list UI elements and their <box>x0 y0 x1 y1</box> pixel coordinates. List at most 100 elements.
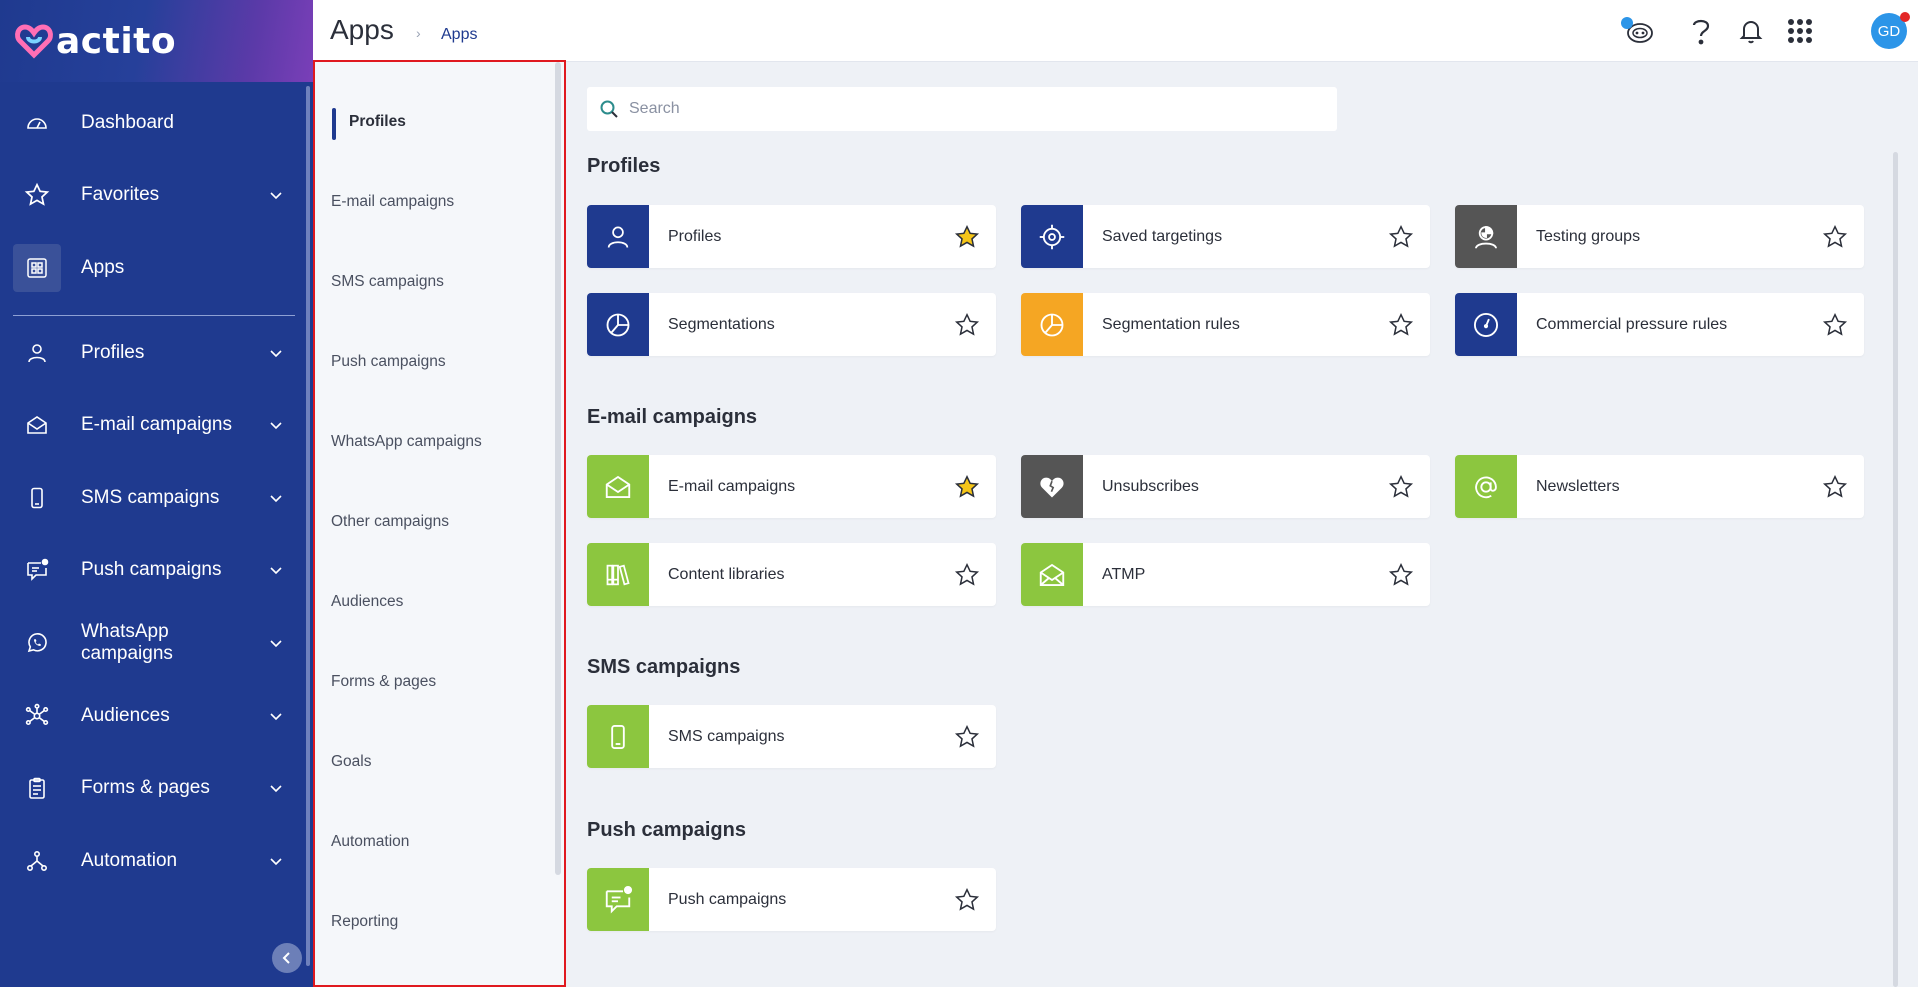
app-card-sms-campaigns[interactable]: SMS campaigns <box>587 705 996 768</box>
chevron-down-icon <box>264 341 288 365</box>
phone-icon <box>587 705 649 768</box>
sidebar-item-label: E-mail campaigns <box>81 414 232 435</box>
logo[interactable]: actito <box>0 0 313 82</box>
app-card-label: Unsubscribes <box>1102 477 1199 495</box>
search-input[interactable] <box>629 100 1309 118</box>
chevron-down-icon <box>264 558 288 582</box>
app-card-label: Profiles <box>668 227 722 245</box>
page-title: Apps <box>330 14 394 45</box>
envelope-open-icon <box>1021 543 1083 606</box>
star-outline-icon[interactable] <box>1386 560 1416 590</box>
sidebar-item-whatsapp-campaigns[interactable]: WhatsApp campaigns <box>0 615 300 671</box>
bell-icon[interactable] <box>1733 13 1769 49</box>
speedometer-icon <box>1455 293 1517 356</box>
push-message-icon <box>13 546 61 594</box>
app-card-testing-groups[interactable]: Testing groups <box>1455 205 1864 268</box>
star-outline-icon[interactable] <box>1386 222 1416 252</box>
app-card-segmentations[interactable]: Segmentations <box>587 293 996 356</box>
chevron-down-icon <box>264 413 288 437</box>
category-push-campaigns[interactable]: Push campaigns <box>331 353 446 371</box>
category-email-campaigns[interactable]: E-mail campaigns <box>331 193 454 211</box>
favorite-star-icon[interactable] <box>952 222 982 252</box>
section-title-sms-campaigns: SMS campaigns <box>587 656 741 678</box>
sidebar-item-label: Profiles <box>81 342 145 363</box>
search-box[interactable] <box>587 87 1337 131</box>
content-scrollbar[interactable] <box>1893 152 1898 987</box>
app-launcher-icon[interactable] <box>1782 13 1818 49</box>
sidebar-item-dashboard[interactable]: Dashboard <box>0 95 300 151</box>
sidebar-item-push-campaigns[interactable]: Push campaigns <box>0 542 300 598</box>
star-outline-icon[interactable] <box>952 722 982 752</box>
chevron-down-icon <box>264 486 288 510</box>
app-card-unsubscribes[interactable]: Unsubscribes <box>1021 455 1430 518</box>
chevron-down-icon <box>264 183 288 207</box>
sidebar-item-profiles[interactable]: Profiles <box>0 325 300 381</box>
chevron-down-icon <box>264 776 288 800</box>
app-card-label: ATMP <box>1102 565 1146 583</box>
sidebar: actito Dashboard Favorites Apps Profiles… <box>0 0 313 987</box>
star-outline-icon[interactable] <box>952 310 982 340</box>
pie-chart-icon <box>587 293 649 356</box>
app-card-commercial-pressure-rules[interactable]: Commercial pressure rules <box>1455 293 1864 356</box>
star-outline-icon[interactable] <box>952 885 982 915</box>
sidebar-item-label: Forms & pages <box>81 777 210 798</box>
push-message-icon <box>587 868 649 931</box>
section-title-push-campaigns: Push campaigns <box>587 819 746 841</box>
sidebar-item-sms-campaigns[interactable]: SMS campaigns <box>0 470 300 526</box>
app-card-saved-targetings[interactable]: Saved targetings <box>1021 205 1430 268</box>
search-icon <box>600 100 618 118</box>
category-profiles[interactable]: Profiles <box>349 113 406 131</box>
category-audiences[interactable]: Audiences <box>331 593 403 611</box>
category-reporting[interactable]: Reporting <box>331 913 398 931</box>
sidebar-item-apps[interactable]: Apps <box>0 240 300 296</box>
app-card-content-libraries[interactable]: Content libraries <box>587 543 996 606</box>
at-sign-icon <box>1455 455 1517 518</box>
star-outline-icon[interactable] <box>1820 222 1850 252</box>
app-card-profiles[interactable]: Profiles <box>587 205 996 268</box>
sidebar-item-label: Favorites <box>81 184 160 205</box>
testing-group-icon <box>1455 205 1517 268</box>
app-card-segmentation-rules[interactable]: Segmentation rules <box>1021 293 1430 356</box>
sidebar-scrollbar[interactable] <box>306 86 310 966</box>
star-outline-icon[interactable] <box>1820 310 1850 340</box>
collapse-sidebar-button[interactable] <box>272 943 302 973</box>
category-other-campaigns[interactable]: Other campaigns <box>331 513 449 531</box>
actito-logo-icon <box>15 24 53 59</box>
sidebar-item-audiences[interactable]: Audiences <box>0 688 300 744</box>
app-card-email-campaigns[interactable]: E-mail campaigns <box>587 455 996 518</box>
star-outline-icon[interactable] <box>1820 472 1850 502</box>
help-icon[interactable] <box>1683 13 1719 49</box>
category-scrollbar[interactable] <box>555 62 561 875</box>
app-card-label: E-mail campaigns <box>668 477 796 495</box>
breadcrumb[interactable]: Apps <box>441 26 477 44</box>
category-forms-pages[interactable]: Forms & pages <box>331 673 436 691</box>
network-icon <box>13 692 61 740</box>
category-automation[interactable]: Automation <box>331 833 409 851</box>
star-outline-icon[interactable] <box>1386 472 1416 502</box>
chevron-down-icon <box>264 849 288 873</box>
category-whatsapp-campaigns[interactable]: WhatsApp campaigns <box>331 433 482 451</box>
category-sms-campaigns[interactable]: SMS campaigns <box>331 273 444 291</box>
sidebar-item-label: Push campaigns <box>81 559 222 580</box>
app-card-label: Commercial pressure rules <box>1536 315 1728 333</box>
sidebar-item-email-campaigns[interactable]: E-mail campaigns <box>0 397 300 453</box>
apps-grid-icon <box>13 244 61 292</box>
clipboard-icon <box>13 764 61 812</box>
app-card-push-campaigns[interactable]: Push campaigns <box>587 868 996 931</box>
app-card-label: Newsletters <box>1536 477 1620 495</box>
active-category-indicator <box>332 108 336 140</box>
star-outline-icon[interactable] <box>1386 310 1416 340</box>
app-card-newsletters[interactable]: Newsletters <box>1455 455 1864 518</box>
sidebar-item-label: Apps <box>81 257 125 278</box>
category-goals[interactable]: Goals <box>331 753 372 771</box>
sidebar-item-favorites[interactable]: Favorites <box>0 167 300 223</box>
star-outline-icon[interactable] <box>952 560 982 590</box>
sidebar-item-automation[interactable]: Automation <box>0 833 300 889</box>
whatsapp-icon <box>13 619 61 667</box>
app-card-atmp[interactable]: ATMP <box>1021 543 1430 606</box>
assistant-icon[interactable] <box>1619 13 1655 49</box>
star-icon <box>13 171 61 219</box>
sidebar-item-forms-pages[interactable]: Forms & pages <box>0 760 300 816</box>
favorite-star-icon[interactable] <box>952 472 982 502</box>
chevron-left-icon <box>282 952 290 964</box>
